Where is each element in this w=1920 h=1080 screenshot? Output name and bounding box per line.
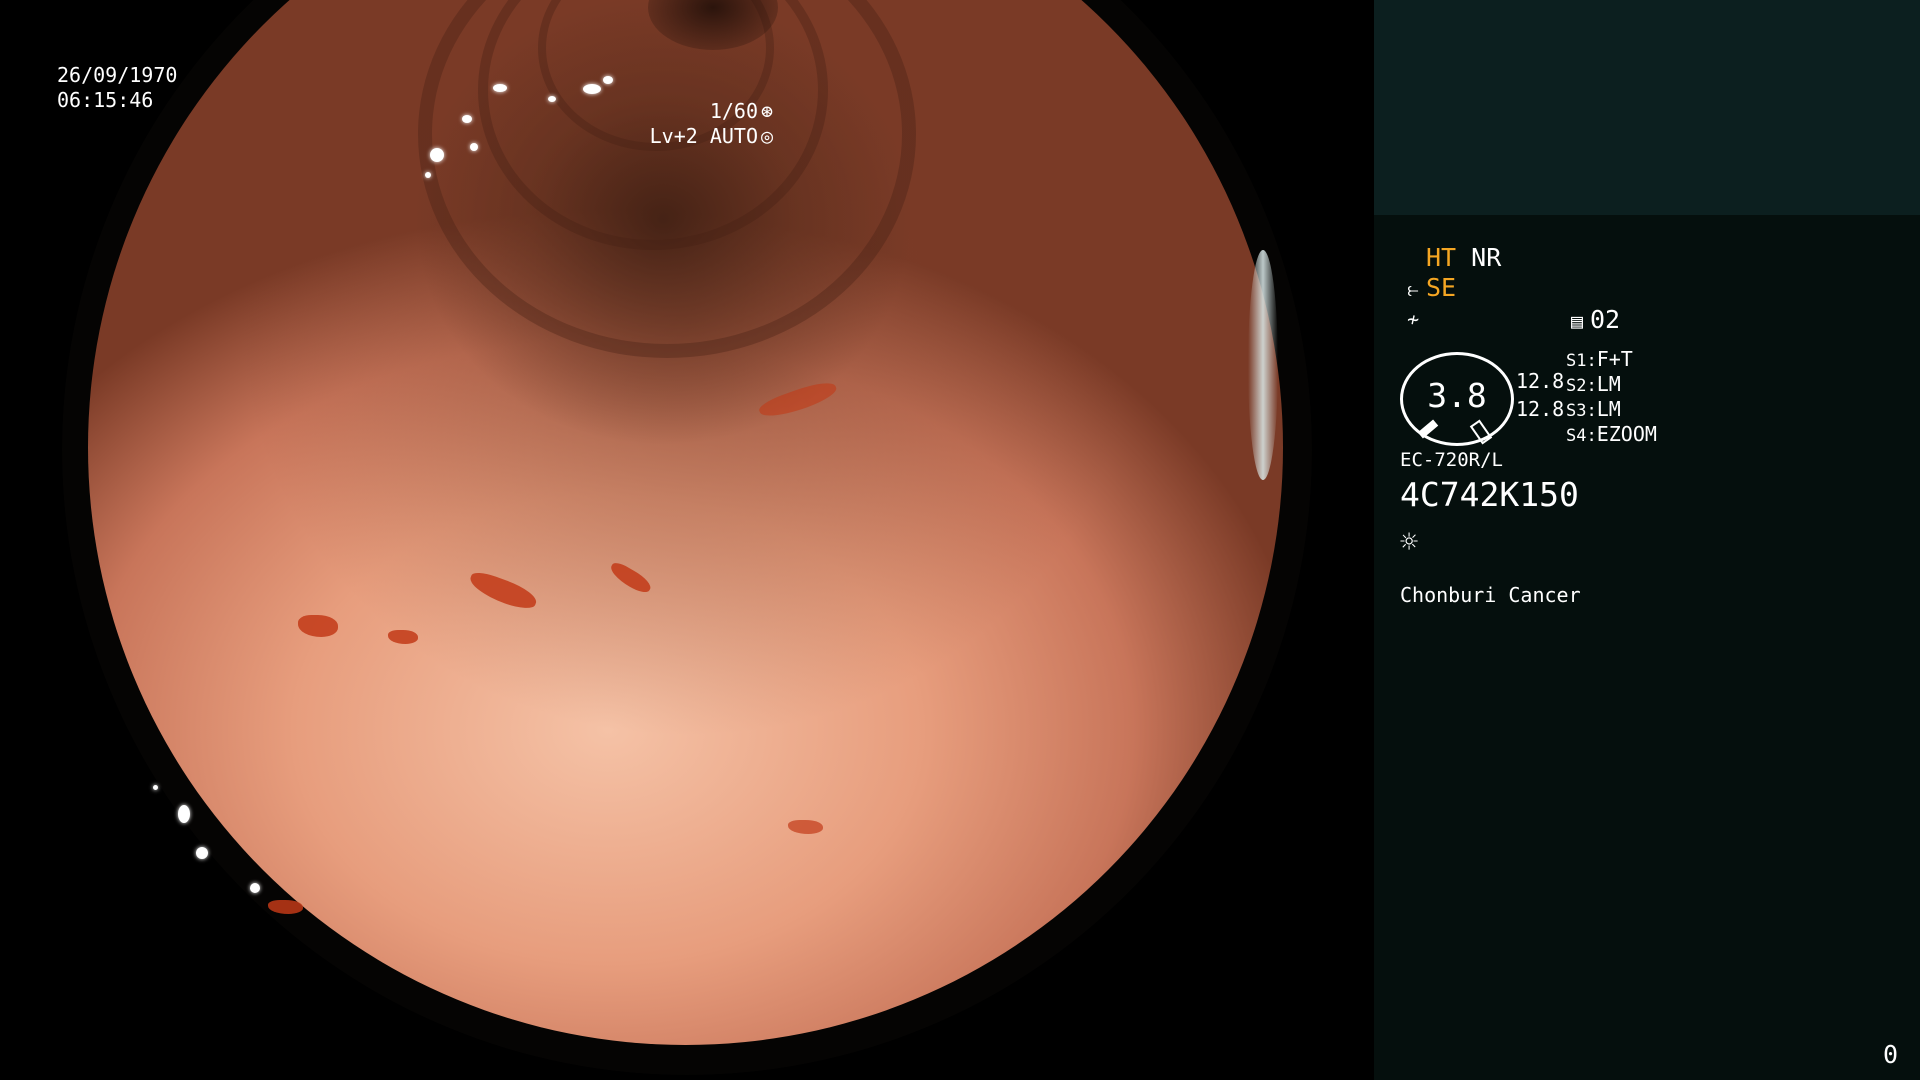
time-text: 06:15:46 — [57, 88, 154, 112]
specular-highlight — [583, 84, 601, 94]
erosion-mark — [298, 615, 338, 637]
shutter-row: 1/60 ⊛ — [650, 99, 776, 124]
shutter-speed: 1/60 — [709, 99, 758, 123]
nr-label: NR — [1471, 243, 1502, 272]
specular-highlight — [425, 172, 431, 178]
scope-serial: 4C742K150 — [1400, 475, 1579, 514]
memory-count: 02 — [1590, 305, 1621, 334]
brightness-gauge: 3.8 — [1400, 352, 1514, 446]
iris-row: Lv+2 AUTO ◎ — [650, 124, 776, 149]
iris-mode: Lv+2 AUTO — [649, 124, 758, 148]
switch-value: LM — [1596, 372, 1621, 396]
date-text: 26/09/1970 — [57, 63, 178, 87]
switch-value: F+T — [1596, 347, 1633, 371]
iris-icon: ◎ — [760, 124, 774, 148]
erosion-mark — [607, 559, 654, 597]
endoscope-viewport: 26/09/1970 06:15:46 1/60 ⊛ Lv+2 AUTO ◎ — [0, 0, 1374, 1080]
gauge-marker-right — [1469, 419, 1493, 445]
scope-rim-reflection — [1248, 250, 1278, 480]
switch-value: LM — [1596, 397, 1621, 421]
info-panel: HT NR ⥼ SE ≁ ▤ 02 3.8 12.8 12.8 S1:F+T S2:… — [1374, 0, 1920, 1080]
switch-key: S1: — [1566, 351, 1597, 371]
frame-counter: 0 — [1882, 1040, 1898, 1069]
specular-highlight — [548, 96, 556, 102]
switch-row-2: S2:LM — [1566, 372, 1621, 399]
gauge-marker-left — [1417, 419, 1439, 439]
se-label: SE — [1426, 273, 1457, 302]
specular-highlight — [153, 785, 158, 790]
memory-row: ▤ 02 — [1564, 305, 1620, 336]
switch-key: S2: — [1566, 376, 1597, 396]
gauge-bottom-value: 12.8 — [1516, 397, 1565, 421]
exposure-info: 1/60 ⊛ Lv+2 AUTO ◎ — [650, 99, 776, 149]
switch-row-3: S3:LM — [1566, 397, 1621, 424]
switch-row-1: S1:F+T — [1566, 347, 1633, 374]
specular-highlight — [493, 84, 507, 92]
specular-highlight — [603, 76, 613, 84]
memory-card-icon: ▤ — [1570, 309, 1584, 333]
erosion-mark — [788, 820, 823, 834]
specular-highlight — [196, 847, 208, 859]
erosion-mark — [466, 568, 540, 614]
site-name: Chonburi Cancer — [1400, 583, 1581, 607]
specular-highlight — [250, 883, 260, 893]
switch-value: EZOOM — [1596, 422, 1657, 446]
color-mode-icon: ≁ — [1406, 307, 1420, 331]
switch-key: S3: — [1566, 401, 1597, 421]
specular-highlight — [430, 148, 444, 162]
specular-highlight — [178, 805, 190, 823]
shutter-icon: ⊛ — [760, 99, 774, 123]
gauge-top-value: 12.8 — [1516, 369, 1565, 393]
timestamp: 26/09/1970 06:15:46 — [57, 63, 177, 113]
ht-label: HT — [1426, 243, 1457, 272]
specular-highlight — [462, 115, 472, 123]
structure-enhance-row: ⥼ SE — [1400, 273, 1456, 304]
enhancement-row: HT NR — [1426, 243, 1501, 273]
color-mode-row: ≁ — [1400, 303, 1426, 334]
panel-header-area — [1374, 0, 1920, 215]
erosion-mark — [756, 376, 840, 424]
switch-row-4: S4:EZOOM — [1566, 422, 1657, 449]
erosion-mark — [388, 630, 418, 644]
specular-highlight — [470, 143, 478, 151]
gauge-value: 3.8 — [1427, 376, 1487, 415]
switch-key: S4: — [1566, 426, 1597, 446]
endoscope-image — [0, 0, 1374, 1080]
structure-enhance-icon: ⥼ — [1407, 277, 1419, 301]
scope-model: EC-720R/L — [1400, 449, 1503, 471]
light-source-icon: ☼ — [1400, 525, 1419, 560]
